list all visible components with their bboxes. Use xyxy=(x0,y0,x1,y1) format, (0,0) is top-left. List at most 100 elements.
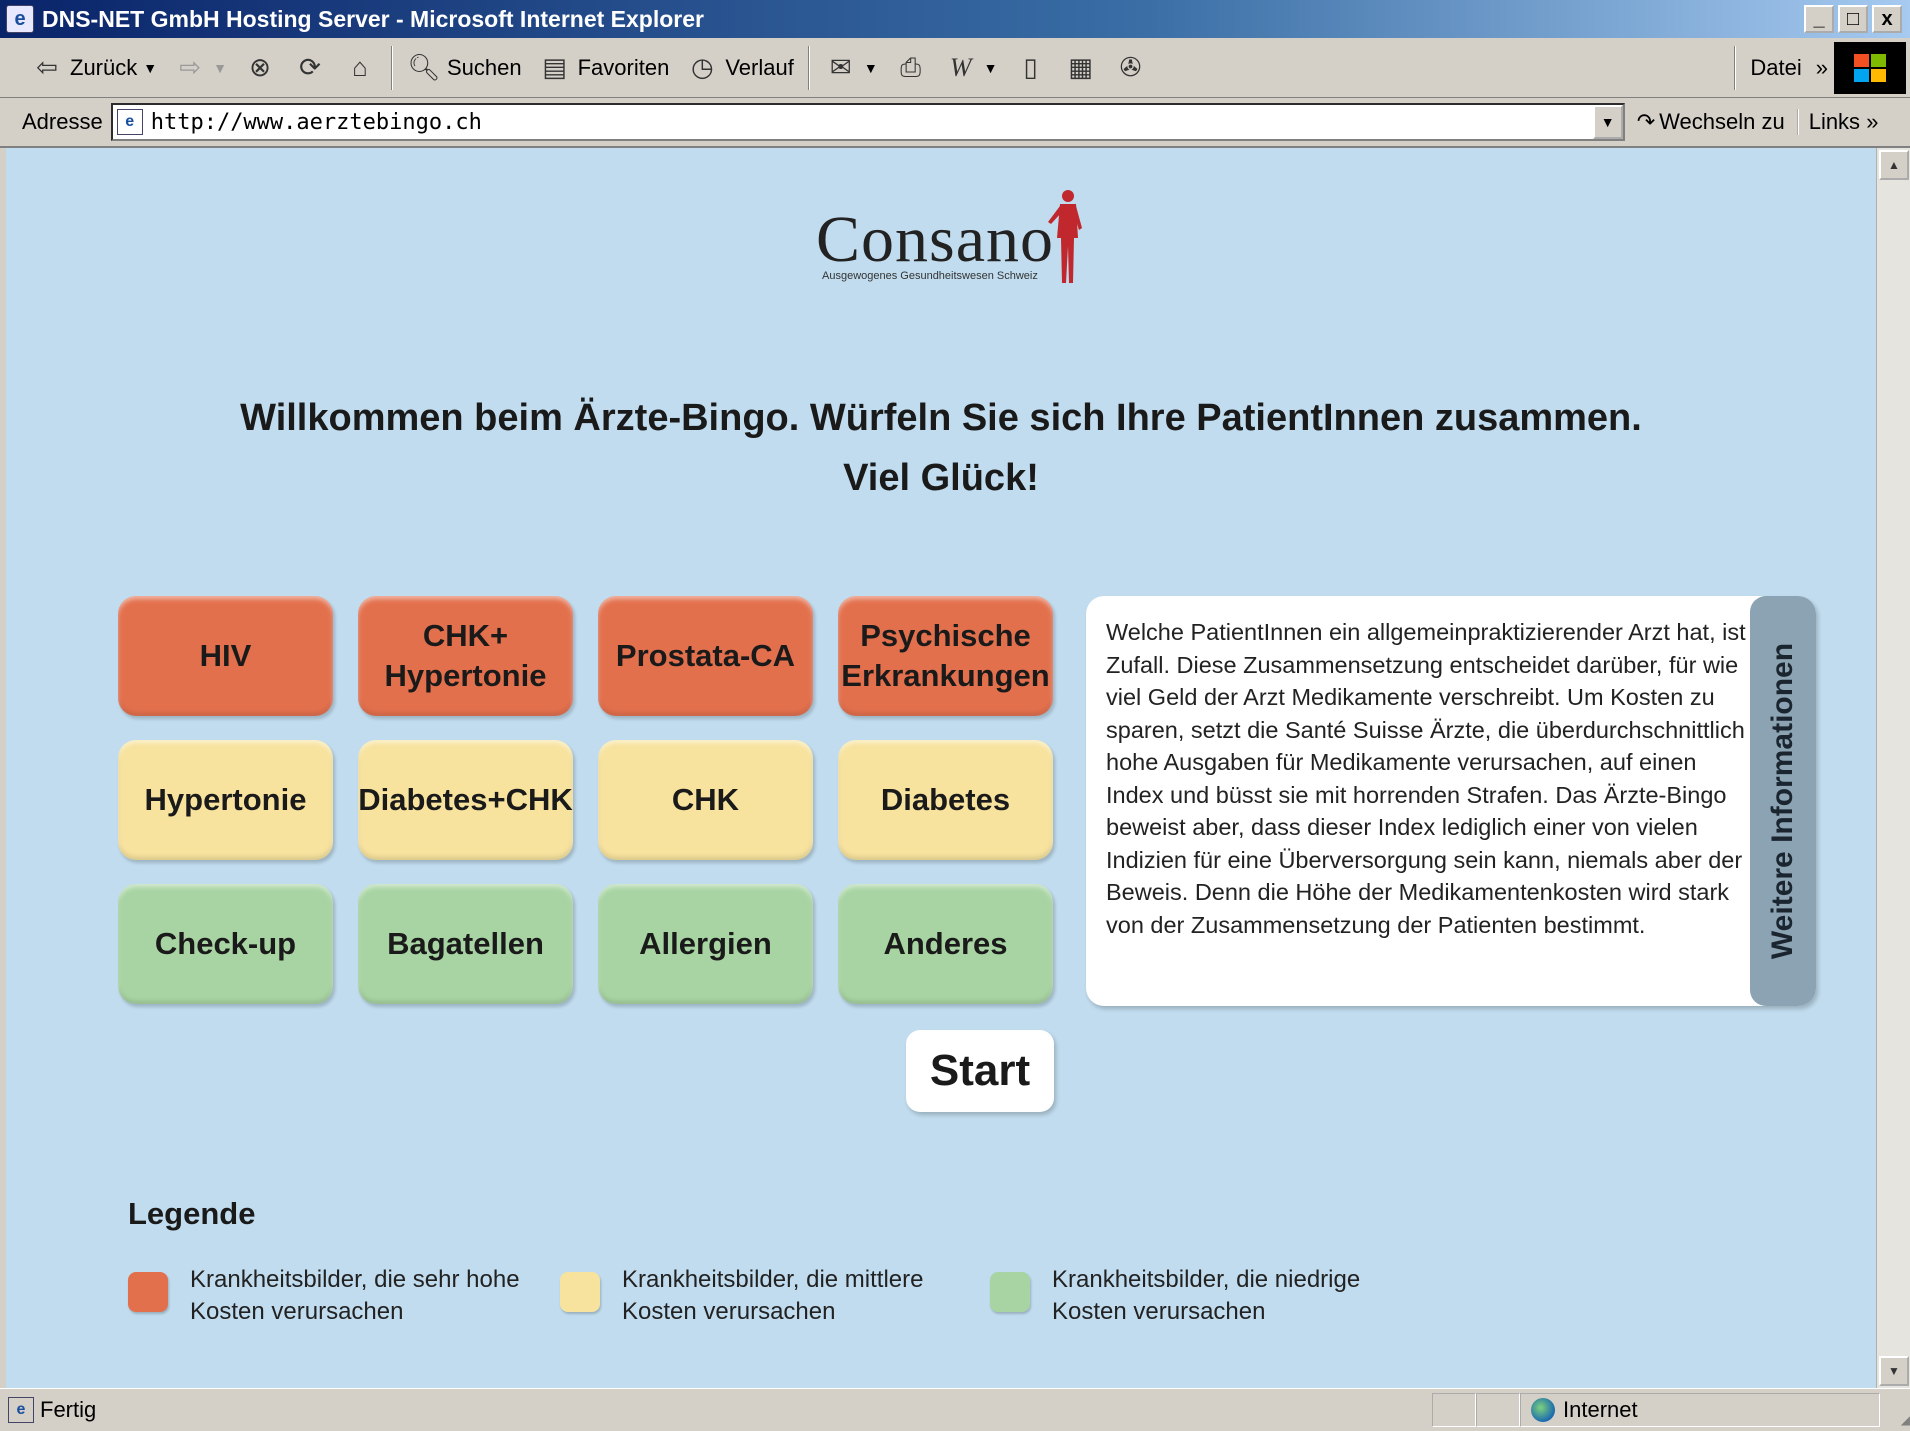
tile-psychische-erkrankungen[interactable]: Psychische Erkrankungen xyxy=(838,596,1053,716)
status-bar: e Fertig Internet ◢ xyxy=(0,1388,1910,1431)
refresh-button[interactable]: ⟳ xyxy=(285,44,335,92)
legend-swatch-low xyxy=(990,1272,1030,1312)
title-bar: e DNS-NET GmbH Hosting Server - Microsof… xyxy=(0,0,1910,38)
tile-hypertonie[interactable]: Hypertonie xyxy=(118,740,333,860)
search-button[interactable]: 🔍︎ Suchen xyxy=(399,44,530,92)
legend-text-low: Krankheitsbilder, die niedrige Kosten ve… xyxy=(1052,1266,1361,1325)
legend-item-low: Krankheitsbilder, die niedrige Kosten ve… xyxy=(990,1264,1360,1328)
tile-anderes[interactable]: Anderes xyxy=(838,884,1053,1004)
links-label: Links xyxy=(1808,109,1861,134)
info-panel: Welche PatientInnen ein allgemeinpraktiz… xyxy=(1086,596,1816,1006)
back-arrow-icon: ⇦ xyxy=(36,52,58,82)
home-icon: ⌂ xyxy=(352,52,368,82)
windows-logo-icon xyxy=(1834,41,1906,94)
page-status-icon: e xyxy=(8,1397,34,1423)
related-icon: ✇ xyxy=(1119,52,1142,82)
discuss-button[interactable]: ▯ xyxy=(1006,44,1056,92)
resize-grip-icon[interactable]: ◢ xyxy=(1880,1393,1910,1427)
legend-swatch-mid xyxy=(560,1272,600,1312)
go-button[interactable]: ↷ Wechseln zu xyxy=(1625,109,1797,135)
messenger-button[interactable]: ▦ xyxy=(1056,44,1106,92)
discuss-icon: ▯ xyxy=(1023,52,1038,82)
messenger-icon: ▦ xyxy=(1068,52,1093,82)
forward-arrow-icon: ⇨ xyxy=(179,52,201,82)
links-button[interactable]: Links » xyxy=(1796,109,1889,135)
favorites-button[interactable]: ▤ Favoriten xyxy=(530,44,678,92)
vertical-scrollbar[interactable]: ▲ ▼ xyxy=(1876,148,1910,1388)
printer-icon: ⎙ xyxy=(900,51,922,82)
mail-dropdown-icon[interactable]: ▼ xyxy=(864,60,878,76)
go-label: Wechseln zu xyxy=(1659,109,1785,134)
tile-chk-hypertonie[interactable]: CHK+ Hypertonie xyxy=(358,596,573,716)
history-label: Verlauf xyxy=(725,54,794,80)
mail-icon: ✉ xyxy=(829,52,852,82)
logo-wordmark: Consano xyxy=(816,203,1054,276)
stop-button[interactable]: ⊗ xyxy=(235,44,285,92)
edit-button[interactable]: W ▼ xyxy=(936,44,1006,92)
forward-dropdown-icon[interactable]: ▼ xyxy=(213,60,227,76)
more-info-tab[interactable]: Weitere Informationen xyxy=(1750,596,1816,1006)
address-bar: Adresse e ▼ ↷ Wechseln zu Links » xyxy=(0,98,1910,148)
welcome-heading: Willkommen beim Ärzte-Bingo. Würfeln Sie… xyxy=(6,388,1876,508)
window-title: DNS-NET GmbH Hosting Server - Microsoft … xyxy=(42,5,704,32)
search-label: Suchen xyxy=(446,54,522,80)
minimize-button[interactable]: _ xyxy=(1804,5,1834,33)
toolbar-separator xyxy=(1734,45,1737,90)
history-button[interactable]: ◷ Verlauf xyxy=(677,44,802,92)
back-dropdown-icon[interactable]: ▼ xyxy=(143,60,157,76)
mail-button[interactable]: ✉ ▼ xyxy=(816,44,886,92)
legend-swatch-high xyxy=(128,1272,168,1312)
human-figure-icon xyxy=(1048,190,1082,283)
status-cell xyxy=(1432,1393,1476,1427)
forward-button[interactable]: ⇨ ▼ xyxy=(165,44,235,92)
history-icon: ◷ xyxy=(690,52,714,82)
favorites-folder-icon: ▤ xyxy=(542,52,567,82)
url-input[interactable] xyxy=(150,109,1593,135)
legend-title: Legende xyxy=(128,1196,256,1231)
tile-diabetes-chk[interactable]: Diabetes+CHK xyxy=(358,740,573,860)
back-label: Zurück xyxy=(70,54,138,80)
home-button[interactable]: ⌂ xyxy=(335,44,385,92)
links-more-chevron: » xyxy=(1866,109,1879,134)
related-button[interactable]: ✇ xyxy=(1106,44,1156,92)
info-text: Welche PatientInnen ein allgemeinpraktiz… xyxy=(1106,619,1746,938)
favorites-label: Favoriten xyxy=(577,54,670,80)
address-label: Adresse xyxy=(22,109,103,134)
ie-icon: e xyxy=(6,5,34,33)
menu-more-chevron[interactable]: » xyxy=(1810,44,1834,92)
print-button[interactable]: ⎙ xyxy=(886,44,936,92)
status-text: Fertig xyxy=(40,1397,97,1422)
more-info-label: Weitere Informationen xyxy=(1766,642,1800,960)
toolbar-separator xyxy=(390,45,393,90)
tile-check-up[interactable]: Check-up xyxy=(118,884,333,1004)
status-cell xyxy=(1476,1393,1520,1427)
edit-dropdown-icon[interactable]: ▼ xyxy=(984,60,998,76)
scroll-down-icon[interactable]: ▼ xyxy=(1879,1356,1909,1386)
tile-hiv[interactable]: HIV xyxy=(118,596,333,716)
welcome-line-2: Viel Glück! xyxy=(843,457,1039,499)
scroll-up-icon[interactable]: ▲ xyxy=(1879,150,1909,180)
menu-file[interactable]: Datei xyxy=(1742,44,1809,92)
consano-logo[interactable]: Consano Ausgewogenes Gesundheitswesen Sc… xyxy=(816,188,1106,288)
browser-toolbar: ⇦ Zurück ▼ ⇨ ▼ ⊗ ⟳ ⌂ 🔍︎ Suchen ▤ Favorit… xyxy=(0,38,1910,98)
page-viewport: Consano Ausgewogenes Gesundheitswesen Sc… xyxy=(6,148,1876,1388)
globe-icon xyxy=(1531,1398,1555,1422)
close-button[interactable]: x xyxy=(1872,5,1902,33)
address-dropdown-icon[interactable]: ▼ xyxy=(1592,105,1623,139)
stop-icon: ⊗ xyxy=(249,52,271,82)
welcome-line-1: Willkommen beim Ärzte-Bingo. Würfeln Sie… xyxy=(240,397,1642,439)
zone-label: Internet xyxy=(1563,1397,1638,1422)
maximize-button[interactable]: □ xyxy=(1838,5,1868,33)
address-field[interactable]: e ▼ xyxy=(110,103,1625,141)
tile-allergien[interactable]: Allergien xyxy=(598,884,813,1004)
tile-bagatellen[interactable]: Bagatellen xyxy=(358,884,573,1004)
tile-chk[interactable]: CHK xyxy=(598,740,813,860)
back-button[interactable]: ⇦ Zurück ▼ xyxy=(22,44,165,92)
tile-prostata-ca[interactable]: Prostata-CA xyxy=(598,596,813,716)
page-icon: e xyxy=(116,109,143,135)
toolbar-separator xyxy=(807,45,810,90)
start-button[interactable]: Start xyxy=(906,1030,1054,1112)
search-icon: 🔍︎ xyxy=(407,52,441,82)
tile-diabetes[interactable]: Diabetes xyxy=(838,740,1053,860)
security-zone: Internet xyxy=(1520,1393,1880,1427)
